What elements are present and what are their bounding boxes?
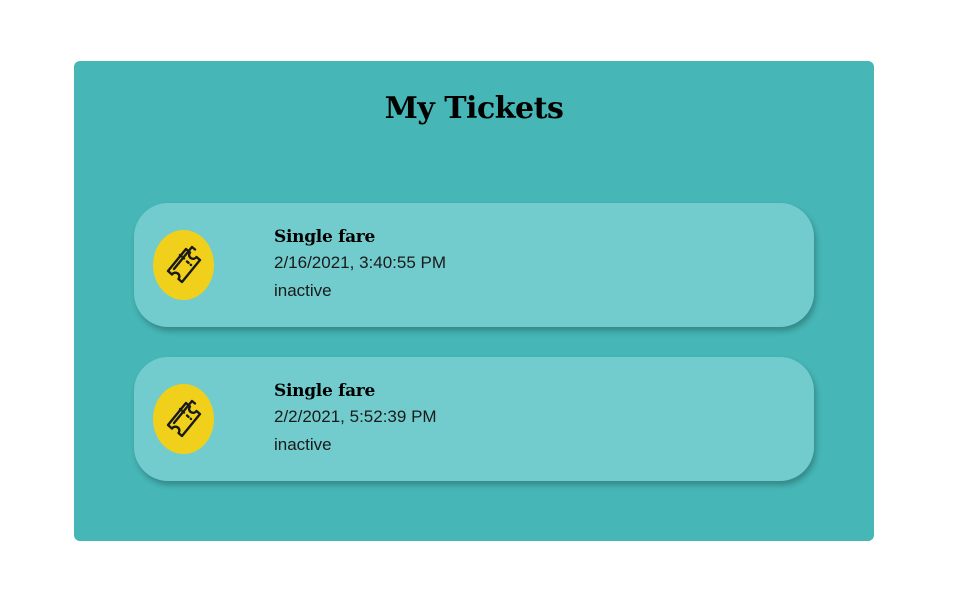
ticket-name: Single fare [274,381,375,401]
ticket-date: 2/2/2021, 5:52:39 PM [274,407,437,426]
tickets-panel: My Tickets Single fare 2/16/2021, 3:40:5… [74,61,874,541]
ticket-info: Single fare 2/16/2021, 3:40:55 PM inacti… [274,225,446,305]
ticket-name: Single fare [274,227,375,247]
ticket-date: 2/16/2021, 3:40:55 PM [274,253,447,272]
ticket-list: Single fare 2/16/2021, 3:40:55 PM inacti… [134,203,814,511]
ticket-icon [153,384,214,454]
ticket-card[interactable]: Single fare 2/16/2021, 3:40:55 PM inacti… [134,203,814,327]
ticket-icon [153,230,214,300]
ticket-card[interactable]: Single fare 2/2/2021, 5:52:39 PM inactiv… [134,357,814,481]
page-title: My Tickets [384,91,564,126]
ticket-status: inactive [274,281,332,300]
ticket-info: Single fare 2/2/2021, 5:52:39 PM inactiv… [274,379,437,459]
ticket-status: inactive [274,435,332,454]
